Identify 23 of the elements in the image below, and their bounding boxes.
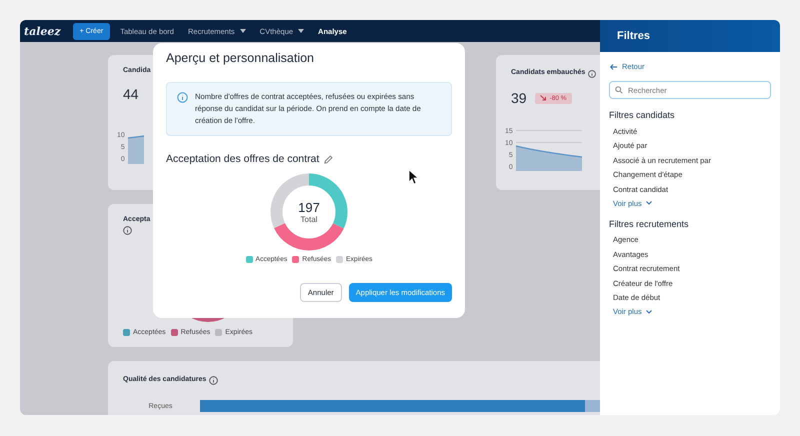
chart-title: Acceptation des offres de contrat — [166, 153, 320, 165]
stat-value: 44 — [123, 86, 139, 102]
panel-title: Filtres — [617, 30, 650, 42]
pencil-icon[interactable] — [324, 154, 334, 164]
arrow-left-icon — [610, 64, 617, 70]
info-icon — [209, 376, 218, 385]
chevron-down-icon — [646, 201, 652, 205]
section-title: Filtres candidats — [609, 110, 676, 120]
area-chart-fragment — [516, 129, 582, 171]
total-value: 197 — [298, 200, 320, 214]
modal-title: Aperçu et personnalisation — [166, 51, 316, 65]
info-icon — [123, 226, 132, 235]
trend-down-icon — [540, 95, 547, 101]
info-icon — [588, 70, 596, 78]
chevron-down-icon — [646, 310, 652, 314]
search-icon — [615, 86, 623, 94]
logo[interactable]: taleez — [24, 24, 61, 38]
stat-value: 39 — [511, 90, 527, 106]
area-chart-fragment — [128, 134, 144, 164]
info-icon — [177, 92, 188, 103]
cursor-icon — [408, 169, 419, 185]
total-label: Total — [300, 214, 318, 224]
section-title: Filtres recrutements — [609, 218, 690, 228]
